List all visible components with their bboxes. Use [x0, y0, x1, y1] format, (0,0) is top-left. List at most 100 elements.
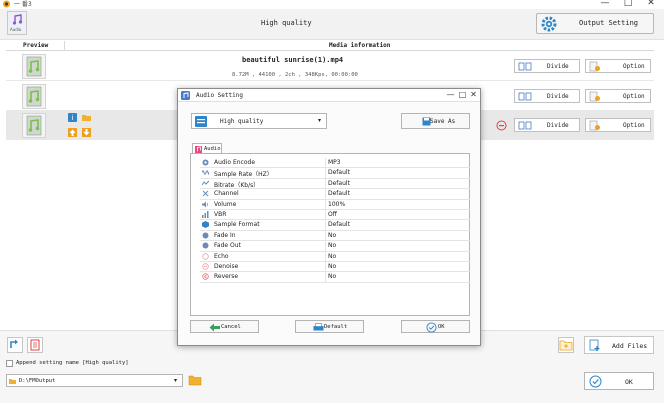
param-value: Off — [328, 210, 337, 218]
file-row[interactable]: beautiful sunrise(1).mp4 8.72M , 44100 ,… — [6, 52, 654, 81]
svg-text:i: i — [72, 114, 74, 122]
param-value: No — [328, 242, 337, 250]
param-row-denoise[interactable]: Denoise No — [200, 261, 470, 273]
divide-button[interactable]: Divide — [514, 118, 580, 132]
move-up-icon[interactable] — [68, 128, 77, 137]
param-row-volume[interactable]: Volume 100% — [200, 199, 470, 210]
folder-icon — [9, 379, 16, 384]
add-folder-button[interactable] — [558, 337, 574, 353]
info-icon[interactable]: i — [68, 113, 77, 122]
divide-icon — [518, 62, 532, 71]
settings-doc-icon — [589, 91, 600, 102]
dialog-minimize-button[interactable]: — — [445, 89, 456, 101]
append-setting-checkbox[interactable] — [6, 360, 13, 367]
dialog-ok-label: OK — [438, 324, 445, 330]
option-button[interactable]: Option — [585, 59, 651, 73]
param-row-bitrate[interactable]: Bitrate（Kb/s） Default — [200, 178, 470, 190]
param-row-echo[interactable]: Echo No — [200, 251, 470, 262]
app-logo-icon — [3, 0, 10, 8]
denoise-icon — [202, 263, 209, 270]
param-value: No — [328, 262, 337, 270]
param-value: No — [328, 252, 337, 260]
reverse-icon — [202, 273, 209, 280]
param-row-vbr[interactable]: VBR Off — [200, 209, 470, 221]
save-as-button[interactable]: Save As — [401, 113, 470, 129]
param-name: VBR — [214, 210, 227, 218]
main-ok-button[interactable]: OK — [584, 372, 654, 390]
divide-button[interactable]: Divide — [514, 89, 580, 103]
divide-icon — [518, 92, 532, 101]
preset-icon — [195, 116, 207, 127]
audio-file-icon — [26, 86, 42, 107]
back-arrow-icon — [209, 323, 220, 332]
param-name: Sample Format — [214, 221, 260, 229]
check-circle-icon — [589, 375, 602, 388]
close-button[interactable]: ✕ — [644, 0, 658, 8]
param-row-audio-encode[interactable]: Audio Encode MP3 — [200, 158, 470, 169]
maximize-button[interactable]: □ — [621, 0, 635, 8]
option-label: Option — [623, 63, 645, 70]
audio-setting-dialog: Audio Setting — □ ✕ High quality ▾ Save … — [177, 88, 481, 346]
option-label: Option — [623, 122, 645, 129]
preset-select[interactable]: High quality ▾ — [191, 113, 327, 129]
audio-tool-button[interactable]: Audio — [7, 11, 27, 35]
dialog-close-button[interactable]: ✕ — [468, 89, 479, 101]
dialog-maximize-button[interactable]: □ — [457, 89, 468, 101]
option-button[interactable]: Option — [585, 118, 651, 132]
param-name: Fade Out — [214, 242, 241, 250]
dialog-ok-button[interactable]: OK — [401, 320, 470, 333]
audio-params-panel: Audio Encode MP3 Sample Rate（HZ） Default… — [190, 153, 470, 316]
quality-header: High quality — [261, 19, 312, 27]
add-files-button[interactable]: Add Files — [584, 336, 654, 354]
clear-list-button[interactable] — [27, 337, 43, 353]
wave-icon — [202, 170, 209, 176]
param-value: No — [328, 273, 337, 281]
append-setting-label: Append setting name [High quality] — [16, 360, 129, 366]
fade-out-icon — [202, 242, 209, 249]
divide-label: Divide — [547, 122, 569, 129]
output-setting-button[interactable]: Output Setting — [536, 13, 654, 34]
default-button[interactable]: Default — [295, 320, 364, 333]
minimize-button[interactable]: — — [598, 0, 612, 8]
folder-icon[interactable] — [82, 113, 91, 122]
file-thumbnail — [22, 113, 46, 138]
main-ok-label: OK — [625, 378, 633, 386]
param-row-sample-format[interactable]: Sample Format Default — [200, 220, 470, 231]
gear-icon — [202, 159, 209, 166]
add-file-icon — [589, 339, 600, 351]
option-label: Option — [623, 93, 645, 100]
param-row-channel[interactable]: Channel Default — [200, 189, 470, 200]
refresh-icon — [10, 339, 18, 348]
param-value: Default — [328, 169, 350, 177]
output-path-select[interactable]: D:\FMOutput ▾ — [6, 374, 183, 387]
title-bar: 一 番3 — □ ✕ — [0, 0, 664, 9]
option-button[interactable]: Option — [585, 89, 651, 103]
app-title: 一 番3 — [14, 1, 32, 8]
param-row-sample-rate[interactable]: Sample Rate（HZ） Default — [200, 168, 470, 179]
gear-icon — [541, 16, 557, 32]
reload-button[interactable] — [7, 337, 23, 353]
move-down-icon[interactable] — [82, 128, 91, 137]
cancel-label: Cancel — [221, 324, 241, 330]
add-folder-icon — [559, 340, 573, 351]
remove-icon[interactable] — [496, 120, 507, 131]
divide-button[interactable]: Divide — [514, 59, 580, 73]
bitrate-icon — [202, 180, 209, 186]
audio-file-icon — [26, 115, 42, 136]
param-name: Fade In — [214, 231, 236, 239]
add-files-label: Add Files — [612, 342, 648, 350]
param-value: Default — [328, 190, 350, 198]
param-row-fade-in[interactable]: Fade In No — [200, 230, 470, 242]
browse-folder-icon[interactable] — [188, 373, 202, 387]
file-thumbnail — [22, 84, 46, 109]
cancel-button[interactable]: Cancel — [190, 320, 259, 333]
param-row-fade-out[interactable]: Fade Out No — [200, 241, 470, 252]
audio-params-table: Audio Encode MP3 Sample Rate（HZ） Default… — [200, 158, 470, 283]
param-row-reverse[interactable]: Reverse No — [200, 272, 470, 283]
param-name: Channel — [214, 190, 239, 198]
param-value: 100% — [328, 200, 346, 208]
param-name: Volume — [214, 200, 237, 208]
param-value: Default — [328, 179, 350, 187]
fade-in-icon — [202, 232, 209, 239]
param-value: Default — [328, 221, 350, 229]
